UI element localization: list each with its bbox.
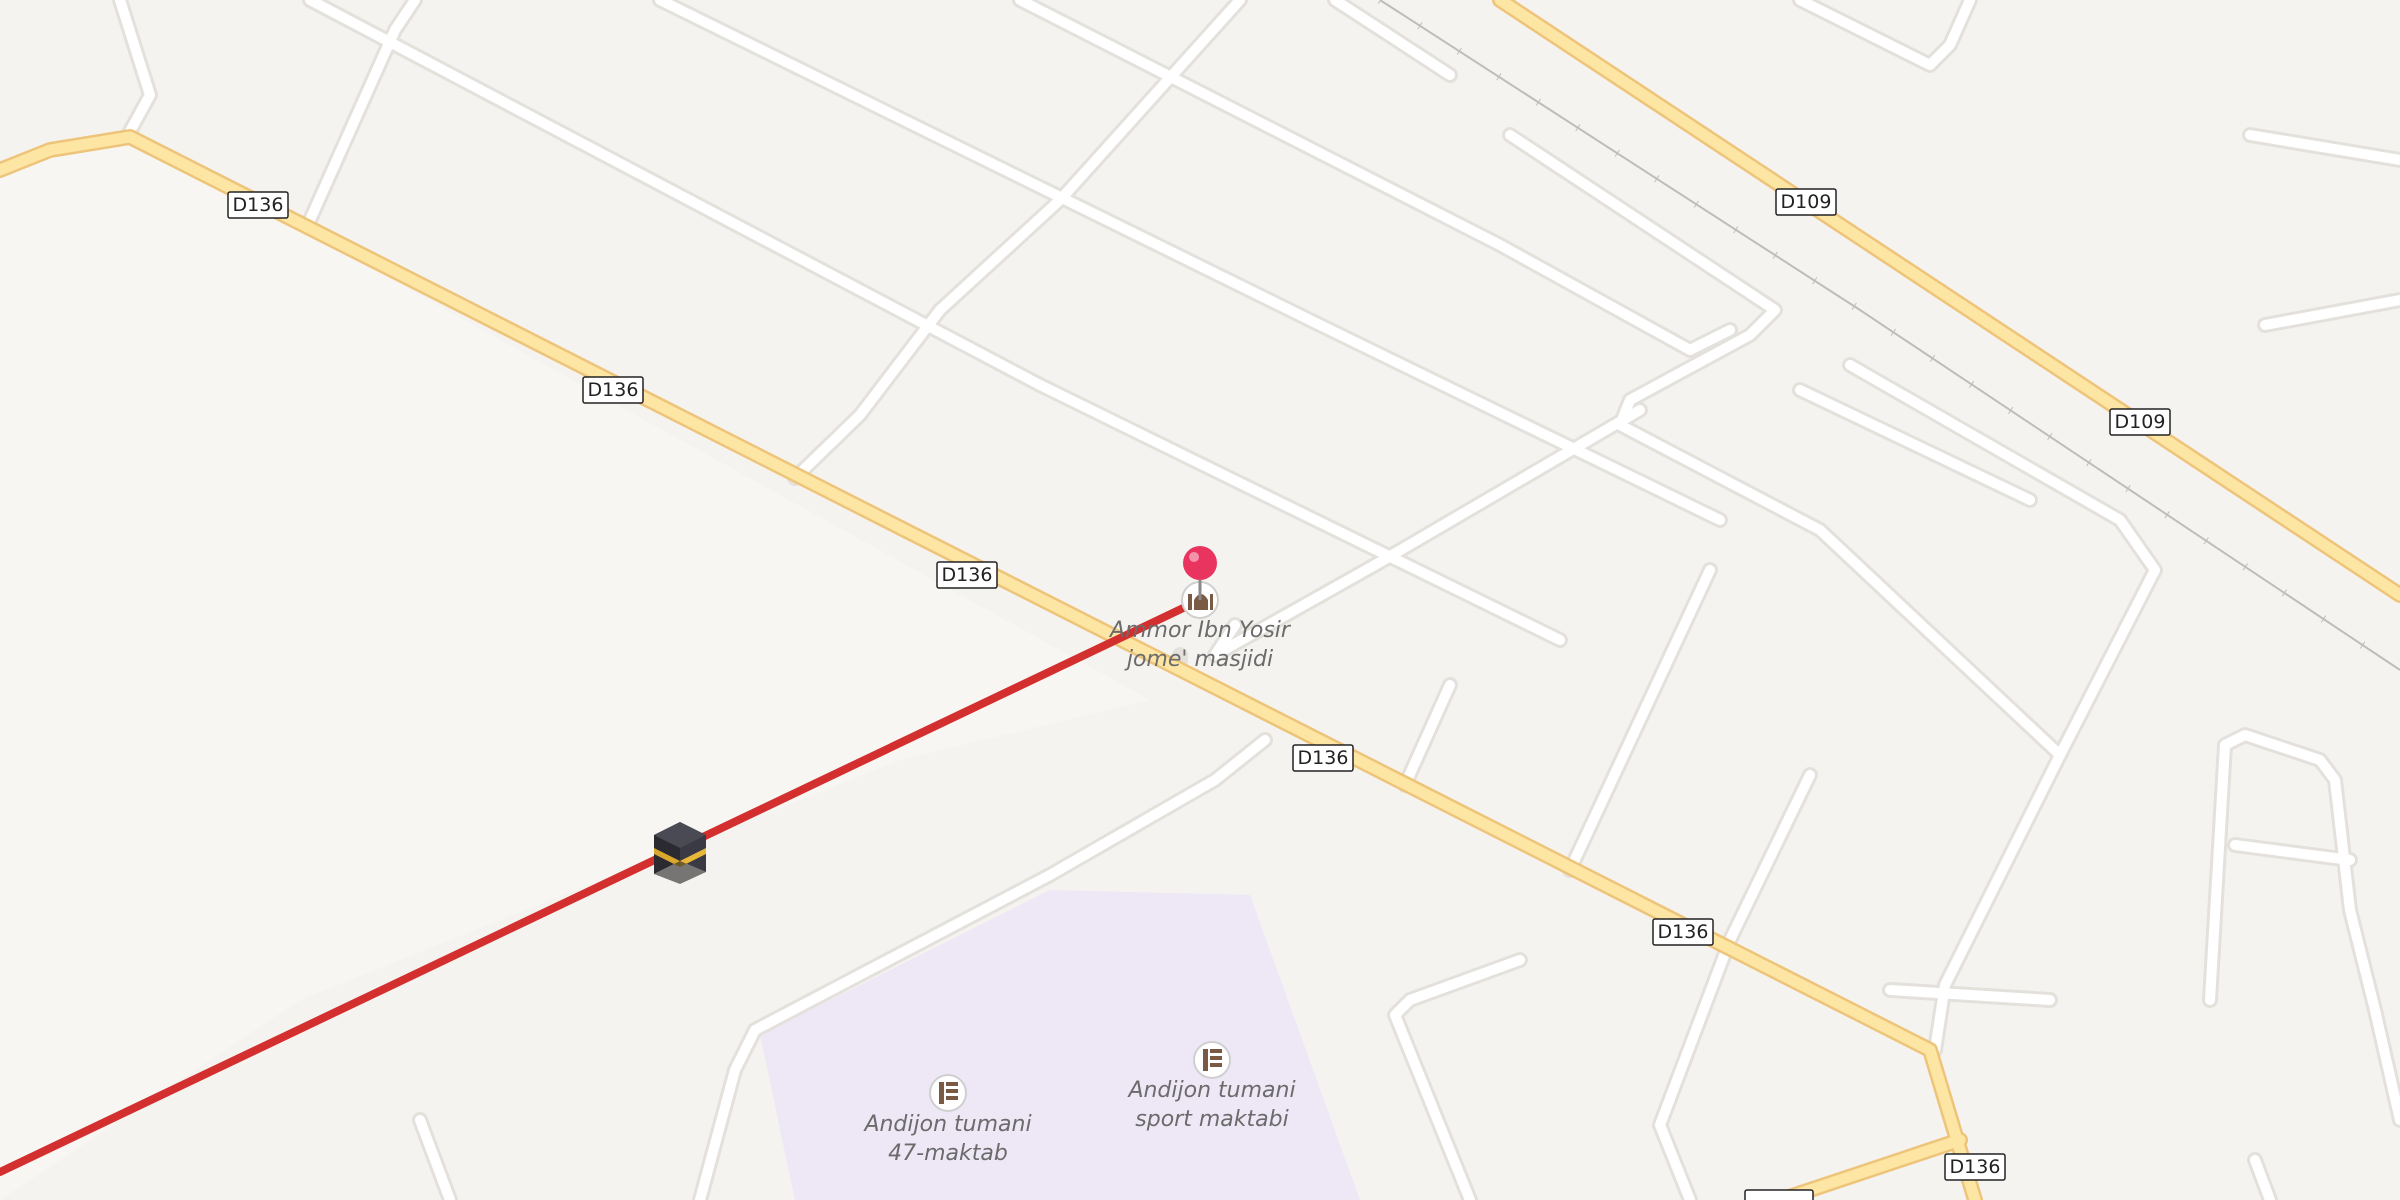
poi-name-line2: sport maktabi (1135, 1107, 1288, 1132)
svg-text:D136: D136 (233, 194, 284, 216)
poi-name-line2: 47-maktab (888, 1141, 1008, 1166)
svg-text:D136: D136 (1298, 747, 1349, 769)
svg-text:D136: D136 (1658, 921, 1709, 943)
poi-name-line1: Ammor Ibn Yosir (1108, 618, 1292, 643)
svg-text:D109: D109 (1781, 191, 1832, 213)
map-canvas[interactable]: D136 D136 D136 D136 D109 D109 D136 D136 (0, 0, 2400, 1200)
road-shield: D136 (1292, 744, 1354, 772)
kaaba-icon[interactable] (654, 822, 706, 884)
road-shield: D109 (2109, 408, 2171, 436)
svg-text:D136: D136 (1950, 1156, 2001, 1178)
road-shield: D136 (227, 191, 289, 219)
svg-text:D109: D109 (2115, 411, 2166, 433)
road-shield-partial (1744, 1189, 1814, 1200)
map-view[interactable]: D136 D136 D136 D136 D109 D109 D136 D136 (0, 0, 2400, 1200)
road-shield: D136 (936, 561, 998, 589)
svg-text:D136: D136 (588, 379, 639, 401)
poi-name-line1: Andijon tumani (862, 1112, 1031, 1137)
svg-text:D136: D136 (942, 564, 993, 586)
road-shield: D136 (1944, 1153, 2006, 1181)
road-shield: D136 (1652, 918, 1714, 946)
road-shield: D109 (1775, 188, 1837, 216)
poi-name-line1: Andijon tumani (1126, 1078, 1295, 1103)
road-shield: D136 (582, 376, 644, 404)
poi-name-line2: jome' masjidi (1124, 647, 1273, 672)
